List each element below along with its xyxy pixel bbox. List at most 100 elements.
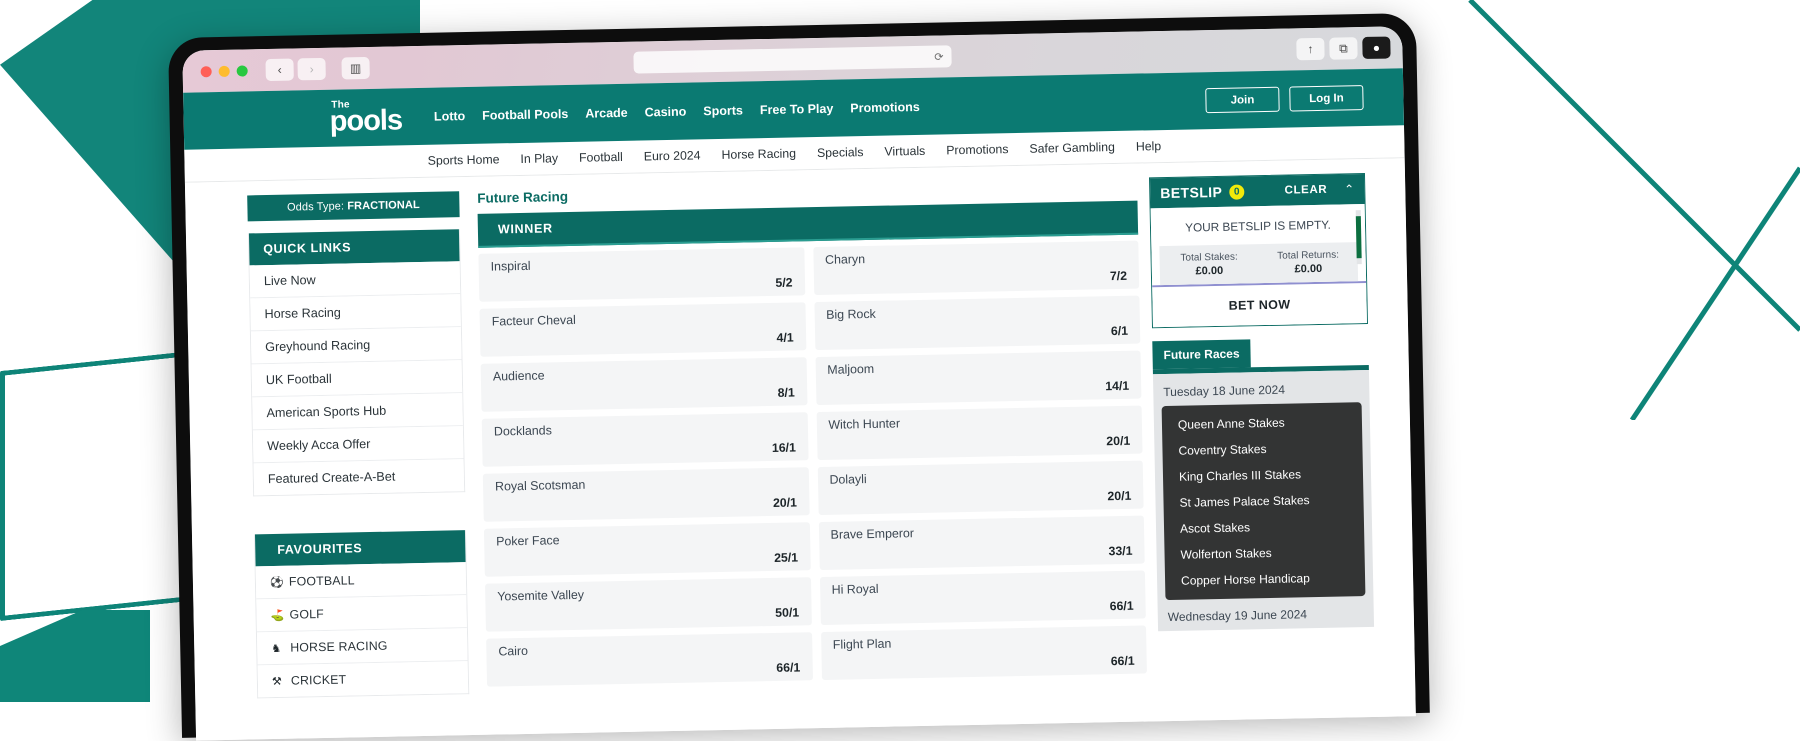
- sports-nav-item-virtuals[interactable]: Virtuals: [884, 144, 925, 159]
- sports-nav-item-promotions[interactable]: Promotions: [946, 142, 1008, 157]
- sidebar-item-horse-racing[interactable]: Horse Racing: [250, 294, 461, 331]
- horse-icon: ♞: [271, 641, 283, 654]
- clear-betslip-button[interactable]: CLEAR: [1284, 184, 1327, 197]
- runner-odds[interactable]: 33/1: [1108, 544, 1132, 558]
- list-item[interactable]: Wolferton Stakes: [1164, 538, 1364, 568]
- bet-now-button[interactable]: BET NOW: [1152, 281, 1367, 327]
- runner-odds[interactable]: 66/1: [1111, 654, 1135, 668]
- runner-odds[interactable]: 66/1: [1110, 599, 1134, 613]
- primary-nav: Lotto Football Pools Arcade Casino Sport…: [434, 99, 920, 123]
- nav-item-lotto[interactable]: Lotto: [434, 109, 466, 124]
- race-day-label: Wednesday 19 June 2024: [1165, 596, 1366, 631]
- runner-odds[interactable]: 4/1: [776, 331, 793, 345]
- sidebar-item-uk-football[interactable]: UK Football: [252, 360, 463, 397]
- list-item[interactable]: St James Palace Stakes: [1163, 486, 1363, 516]
- odds-type-selector[interactable]: Odds Type: FRACTIONAL: [247, 191, 459, 221]
- sports-nav-item-safer-gambling[interactable]: Safer Gambling: [1029, 140, 1115, 156]
- runner-odds[interactable]: 8/1: [777, 385, 794, 399]
- window-controls[interactable]: [201, 65, 248, 77]
- table-row[interactable]: Hi Royal 66/1: [819, 571, 1145, 626]
- nav-item-free-to-play[interactable]: Free To Play: [760, 101, 834, 116]
- table-row[interactable]: Maljoom 14/1: [815, 351, 1141, 406]
- tab-future-races[interactable]: Future Races: [1152, 339, 1251, 369]
- table-row[interactable]: Docklands 16/1: [482, 412, 808, 467]
- table-row[interactable]: Big Rock 6/1: [814, 296, 1140, 351]
- profile-icon[interactable]: ●: [1362, 36, 1390, 59]
- share-icon[interactable]: ↑: [1296, 38, 1324, 61]
- back-icon[interactable]: ‹: [265, 58, 293, 81]
- login-button[interactable]: Log In: [1289, 85, 1363, 111]
- runner-odds[interactable]: 16/1: [772, 440, 796, 454]
- maximize-window-icon[interactable]: [237, 65, 248, 76]
- runner-odds[interactable]: 66/1: [776, 660, 800, 674]
- runner-odds[interactable]: 25/1: [774, 550, 798, 564]
- header-actions: Join Log In: [1205, 85, 1363, 113]
- runner-odds[interactable]: 5/2: [775, 276, 792, 290]
- sidebar-item-greyhound-racing[interactable]: Greyhound Racing: [251, 327, 462, 364]
- table-row[interactable]: Poker Face 25/1: [484, 522, 810, 577]
- favourite-item-golf[interactable]: ⛳ GOLF: [256, 595, 467, 632]
- table-row[interactable]: Inspiral 5/2: [478, 247, 804, 302]
- sports-nav-item-football[interactable]: Football: [579, 150, 623, 165]
- browser-nav-group: ‹ ›: [265, 58, 325, 81]
- list-item[interactable]: King Charles III Stakes: [1163, 460, 1363, 490]
- future-races-panel: Future Races Tuesday 18 June 2024 Queen …: [1152, 324, 1374, 631]
- table-row[interactable]: Royal Scotsman 20/1: [483, 467, 809, 522]
- list-item[interactable]: Ascot Stakes: [1164, 512, 1364, 542]
- reload-icon[interactable]: ⟳: [934, 50, 943, 63]
- runner-odds[interactable]: 20/1: [1106, 434, 1130, 448]
- list-item[interactable]: Queen Anne Stakes: [1162, 408, 1362, 438]
- betslip-scrollbar[interactable]: [1356, 210, 1362, 264]
- favourite-item-horse-racing[interactable]: ♞ HORSE RACING: [257, 628, 468, 665]
- nav-item-football-pools[interactable]: Football Pools: [482, 106, 568, 122]
- runner-odds[interactable]: 6/1: [1111, 324, 1128, 338]
- sports-nav-item-sports-home[interactable]: Sports Home: [428, 152, 500, 167]
- site-logo[interactable]: The pools: [329, 99, 402, 136]
- nav-item-promotions[interactable]: Promotions: [850, 99, 920, 114]
- table-row[interactable]: Facteur Cheval 4/1: [479, 302, 805, 357]
- sports-nav-item-euro-2024[interactable]: Euro 2024: [644, 148, 701, 163]
- list-item[interactable]: Coventry Stakes: [1162, 434, 1362, 464]
- sidebar-item-featured-create-a-bet[interactable]: Featured Create-A-Bet: [254, 459, 465, 495]
- sidebar-toggle-icon[interactable]: ▥: [341, 57, 369, 80]
- minimize-window-icon[interactable]: [219, 65, 230, 76]
- sports-nav-item-in-play[interactable]: In Play: [520, 151, 558, 166]
- favourite-item-football[interactable]: ⚽ FOOTBALL: [256, 562, 467, 599]
- runner-odds[interactable]: 7/2: [1110, 269, 1127, 283]
- market-header-winner[interactable]: WINNER: [478, 201, 1139, 248]
- forward-icon[interactable]: ›: [297, 58, 325, 81]
- join-button[interactable]: Join: [1205, 87, 1279, 113]
- favourite-label-horse-racing: HORSE RACING: [290, 639, 388, 655]
- cricket-icon: ⚒: [272, 674, 284, 687]
- table-row[interactable]: Dolayli 20/1: [817, 461, 1143, 516]
- close-window-icon[interactable]: [201, 66, 212, 77]
- runner-odds[interactable]: 20/1: [773, 495, 797, 509]
- sports-nav-item-horse-racing[interactable]: Horse Racing: [721, 146, 796, 161]
- nav-item-arcade[interactable]: Arcade: [585, 105, 628, 120]
- tabs-overview-icon[interactable]: ⧉: [1329, 37, 1357, 60]
- total-returns-label: Total Returns:: [1258, 249, 1357, 262]
- runner-odds[interactable]: 50/1: [775, 605, 799, 619]
- sports-nav-item-specials[interactable]: Specials: [817, 145, 864, 160]
- total-stakes-value: £0.00: [1160, 264, 1259, 278]
- list-item[interactable]: Copper Horse Handicap: [1165, 564, 1365, 594]
- sports-nav-item-help[interactable]: Help: [1136, 139, 1162, 154]
- table-row[interactable]: Witch Hunter 20/1: [816, 406, 1142, 461]
- runner-odds[interactable]: 20/1: [1107, 489, 1131, 503]
- table-row[interactable]: Yosemite Valley 50/1: [485, 577, 811, 632]
- table-row[interactable]: Brave Emperor 33/1: [818, 516, 1144, 571]
- address-bar[interactable]: ⟳: [633, 45, 951, 73]
- table-row[interactable]: Audience 8/1: [481, 357, 807, 412]
- sidebar-item-live-now[interactable]: Live Now: [250, 261, 461, 298]
- sidebar-item-weekly-acca-offer[interactable]: Weekly Acca Offer: [253, 426, 464, 463]
- sidebar-item-american-sports-hub[interactable]: American Sports Hub: [252, 393, 463, 430]
- nav-item-sports[interactable]: Sports: [703, 103, 743, 118]
- table-row[interactable]: Flight Plan 66/1: [821, 625, 1147, 680]
- chevron-up-icon[interactable]: ⌃: [1344, 182, 1354, 196]
- nav-item-casino[interactable]: Casino: [645, 104, 687, 119]
- runner-odds[interactable]: 14/1: [1105, 379, 1129, 393]
- table-row[interactable]: Cairo 66/1: [486, 632, 812, 687]
- table-row[interactable]: Charyn 7/2: [813, 241, 1139, 296]
- runner-name: Audience: [493, 363, 795, 383]
- favourite-item-cricket[interactable]: ⚒ CRICKET: [258, 661, 469, 697]
